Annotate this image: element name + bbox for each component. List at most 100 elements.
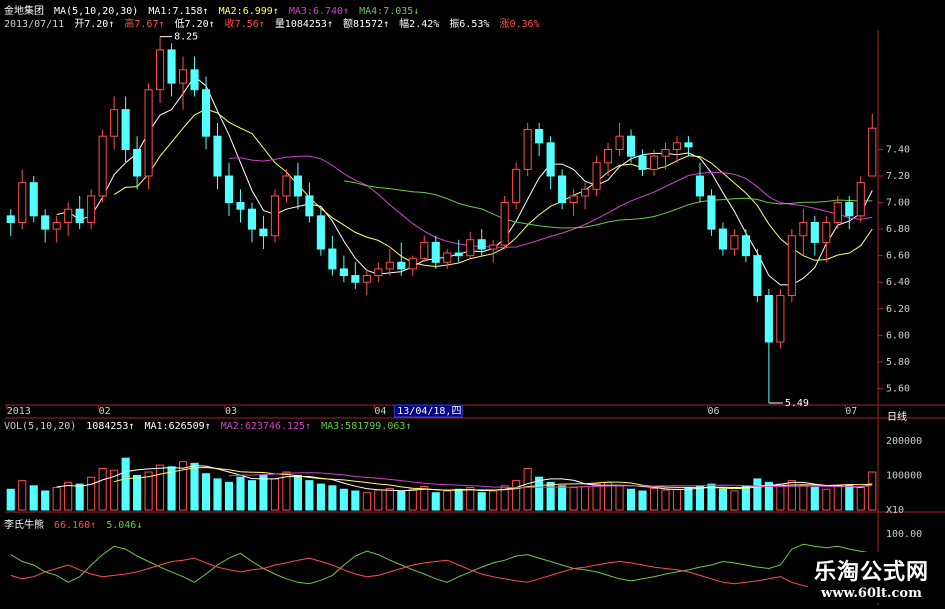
candle-body — [799, 221, 808, 237]
candle-body — [649, 155, 659, 170]
volume-bar — [190, 462, 199, 511]
price-axis-label: 5.60 — [886, 383, 910, 394]
candle-body — [592, 162, 601, 190]
volume-bar — [75, 483, 84, 511]
volume-bar — [523, 468, 532, 511]
candle-body — [362, 275, 371, 283]
vol-ma1: MA1:626509↑ — [144, 421, 211, 432]
volume-bar — [845, 484, 854, 511]
volume-bar — [431, 492, 440, 511]
volume-bar — [305, 480, 314, 511]
vol-ma2: MA2:623746.125↑ — [220, 421, 312, 432]
close-value: 收7.56↑ — [224, 19, 265, 30]
candle-body — [730, 235, 739, 250]
high-price-label: 8.25 — [174, 32, 198, 43]
candle-body — [133, 148, 142, 177]
candle-body — [178, 69, 188, 84]
volume-bar — [236, 476, 245, 511]
volume-axis-label: 100000 — [886, 470, 922, 481]
volume-axis-label: 200000 — [886, 436, 922, 447]
candle-body — [787, 235, 796, 296]
ind-title: 李氏牛熊 — [4, 520, 44, 531]
volume-bar — [546, 481, 555, 511]
open-value: 开7.20↑ — [74, 19, 115, 30]
volume-header: VOL(5,10,20) 1084253↑ MA1:626509↑ MA2:62… — [4, 421, 415, 432]
volume-bar — [167, 466, 176, 511]
candle-body — [247, 208, 257, 230]
candle-body — [18, 182, 27, 223]
price-axis-label: 7.20 — [886, 171, 910, 182]
candle-body — [603, 148, 613, 164]
indicator-header: 李氏牛熊 66.160↑ 5.046↓ — [4, 516, 146, 531]
period-label[interactable]: 日线 — [887, 408, 907, 423]
time-axis-label: 2013 — [7, 406, 31, 417]
volume-bar — [247, 480, 257, 511]
volume-bar — [477, 492, 486, 511]
low-value: 低7.20↑ — [174, 19, 215, 30]
candle-body — [75, 208, 84, 223]
candle-body — [822, 221, 831, 243]
volume-bar — [638, 490, 647, 511]
watermark-url: www.60lt.com — [821, 586, 922, 601]
candle-body — [87, 195, 96, 223]
price-axis-label: 6.60 — [886, 251, 910, 262]
volume-bar — [41, 490, 50, 511]
time-axis-label: 02 — [99, 406, 111, 417]
time-axis-label: 03 — [225, 406, 237, 417]
time-axis-label: 07 — [845, 406, 857, 417]
candle-body — [581, 188, 590, 197]
candle-body — [718, 228, 727, 250]
candle-body — [512, 168, 521, 204]
volume-bar — [293, 474, 302, 511]
candle-body — [98, 135, 107, 197]
volume-bar — [420, 486, 429, 511]
candle-body — [558, 175, 567, 204]
bull-line — [10, 543, 873, 585]
volume-bar — [29, 485, 38, 511]
ind-v2: 5.046↓ — [106, 520, 143, 531]
volume-bar — [753, 478, 762, 511]
candle-body — [316, 215, 325, 250]
volume-bar — [615, 485, 624, 511]
low-price-label: 5.49 — [785, 398, 809, 409]
volume-bar — [661, 489, 670, 511]
price-axis-label: 6.80 — [886, 224, 910, 235]
volume-bar — [626, 488, 636, 511]
candle-body — [224, 175, 234, 204]
candle-body — [351, 275, 360, 283]
candle-body — [523, 129, 532, 170]
ohlc-header: 2013/07/11 开7.20↑ 高7.67↑ 低7.20↑ 收7.56↑ 量… — [4, 15, 544, 30]
candle-body — [776, 294, 785, 343]
candle-body — [6, 215, 15, 223]
volume-bar — [213, 478, 222, 511]
candle-body — [41, 215, 50, 230]
candle-body — [420, 241, 429, 259]
volume-bar — [178, 461, 188, 511]
candle-body — [477, 239, 486, 250]
volume-bar — [833, 485, 842, 511]
volume-bar — [822, 488, 831, 511]
candle-body — [282, 175, 291, 197]
candle-body — [408, 257, 417, 270]
candle-body — [466, 239, 475, 257]
candle-body — [29, 182, 38, 217]
candle-body — [546, 142, 555, 177]
volume-bar — [351, 490, 360, 511]
volume-bar — [535, 476, 544, 511]
volume-bar — [339, 488, 348, 511]
volume-bar — [776, 483, 785, 511]
vol-value: 1084253↑ — [86, 421, 135, 432]
price-axis-label: 7.40 — [886, 144, 910, 155]
selected-date-label: 13/04/18,四 — [397, 406, 461, 417]
candle-body — [236, 202, 245, 210]
volume-bar — [799, 485, 808, 511]
candle-body — [868, 127, 877, 177]
candle-body — [293, 175, 302, 197]
change-value: 幅2.42% — [399, 19, 440, 30]
candle-body — [615, 135, 624, 150]
candle-body — [110, 109, 119, 137]
vol-title: VOL(5,10,20) — [4, 421, 77, 432]
amplitude-value: 振6.53% — [449, 19, 490, 30]
volume-bar — [454, 488, 463, 511]
candle-body — [500, 202, 509, 246]
